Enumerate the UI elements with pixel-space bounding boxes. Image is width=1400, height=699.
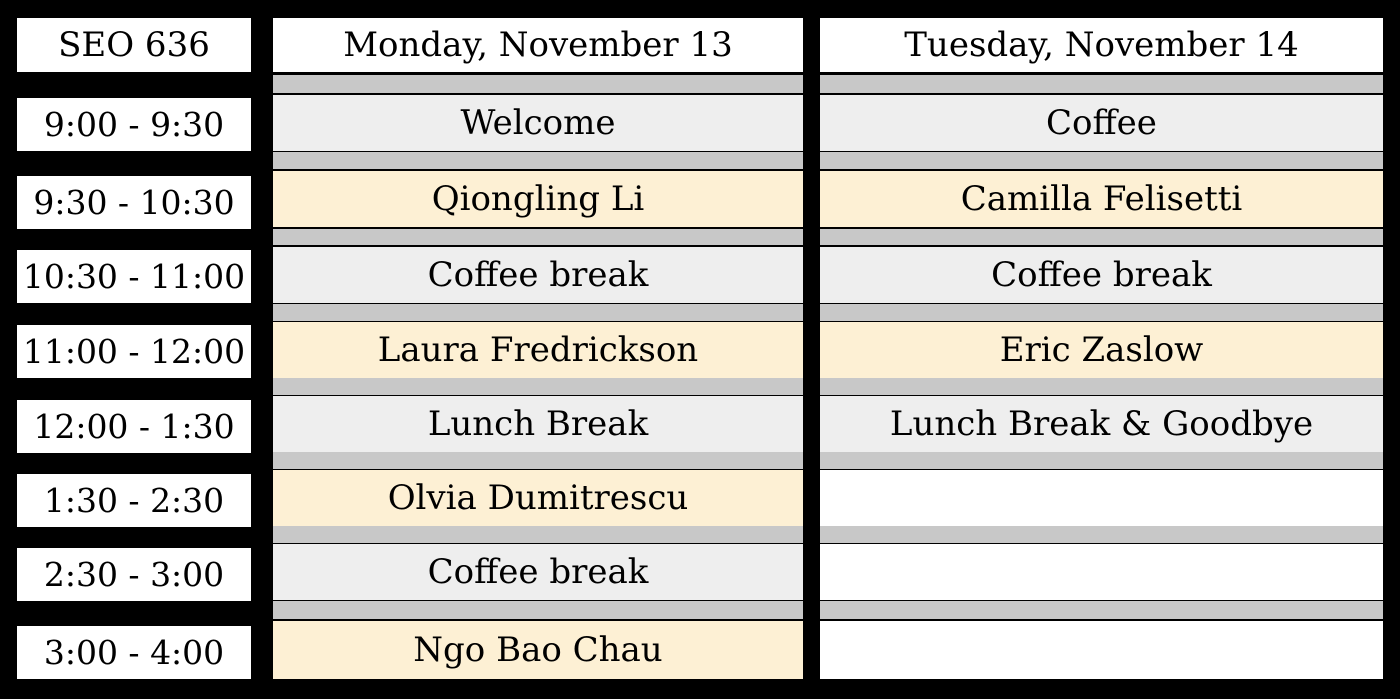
row-separator <box>273 229 803 245</box>
row-separator <box>273 152 803 169</box>
tuesday-session-empty <box>820 470 1383 526</box>
row-separator <box>820 452 1383 469</box>
time-slot: 9:00 - 9:30 <box>17 98 251 151</box>
tuesday-session-empty <box>820 621 1383 679</box>
row-separator <box>820 229 1383 245</box>
day-header-monday: Monday, November 13 <box>273 18 803 72</box>
monday-session: Qiongling Li <box>273 171 803 227</box>
schedule-table: SEO 636 Monday, November 13 Tuesday, Nov… <box>0 0 1400 699</box>
row-separator <box>820 152 1383 169</box>
time-slot: 11:00 - 12:00 <box>17 325 251 378</box>
time-slot: 3:00 - 4:00 <box>17 626 251 679</box>
time-slot: 9:30 - 10:30 <box>17 176 251 229</box>
row-separator <box>273 378 803 395</box>
monday-session: Lunch Break <box>273 396 803 452</box>
row-separator <box>273 304 803 321</box>
row-separator <box>273 526 803 543</box>
monday-session: Coffee break <box>273 544 803 600</box>
monday-session: Ngo Bao Chau <box>273 621 803 679</box>
row-separator <box>820 378 1383 395</box>
tuesday-session-empty <box>820 544 1383 600</box>
monday-session: Welcome <box>273 95 803 151</box>
corner-label: SEO 636 <box>17 18 251 72</box>
row-separator <box>273 452 803 469</box>
time-slot: 10:30 - 11:00 <box>17 250 251 303</box>
time-slot: 12:00 - 1:30 <box>17 400 251 453</box>
row-separator <box>820 526 1383 543</box>
row-separator <box>820 75 1383 93</box>
monday-session: Olvia Dumitrescu <box>273 470 803 526</box>
row-separator <box>273 601 803 619</box>
day-header-tuesday: Tuesday, November 14 <box>820 18 1383 72</box>
row-separator <box>820 304 1383 321</box>
tuesday-session: Camilla Felisetti <box>820 171 1383 227</box>
tuesday-session: Coffee break <box>820 247 1383 303</box>
tuesday-session: Lunch Break & Goodbye <box>820 396 1383 452</box>
monday-session: Coffee break <box>273 247 803 303</box>
row-separator <box>820 601 1383 619</box>
monday-session: Laura Fredrickson <box>273 322 803 378</box>
row-separator <box>273 75 803 93</box>
time-slot: 1:30 - 2:30 <box>17 474 251 527</box>
tuesday-session: Coffee <box>820 95 1383 151</box>
time-slot: 2:30 - 3:00 <box>17 548 251 601</box>
tuesday-session: Eric Zaslow <box>820 322 1383 378</box>
